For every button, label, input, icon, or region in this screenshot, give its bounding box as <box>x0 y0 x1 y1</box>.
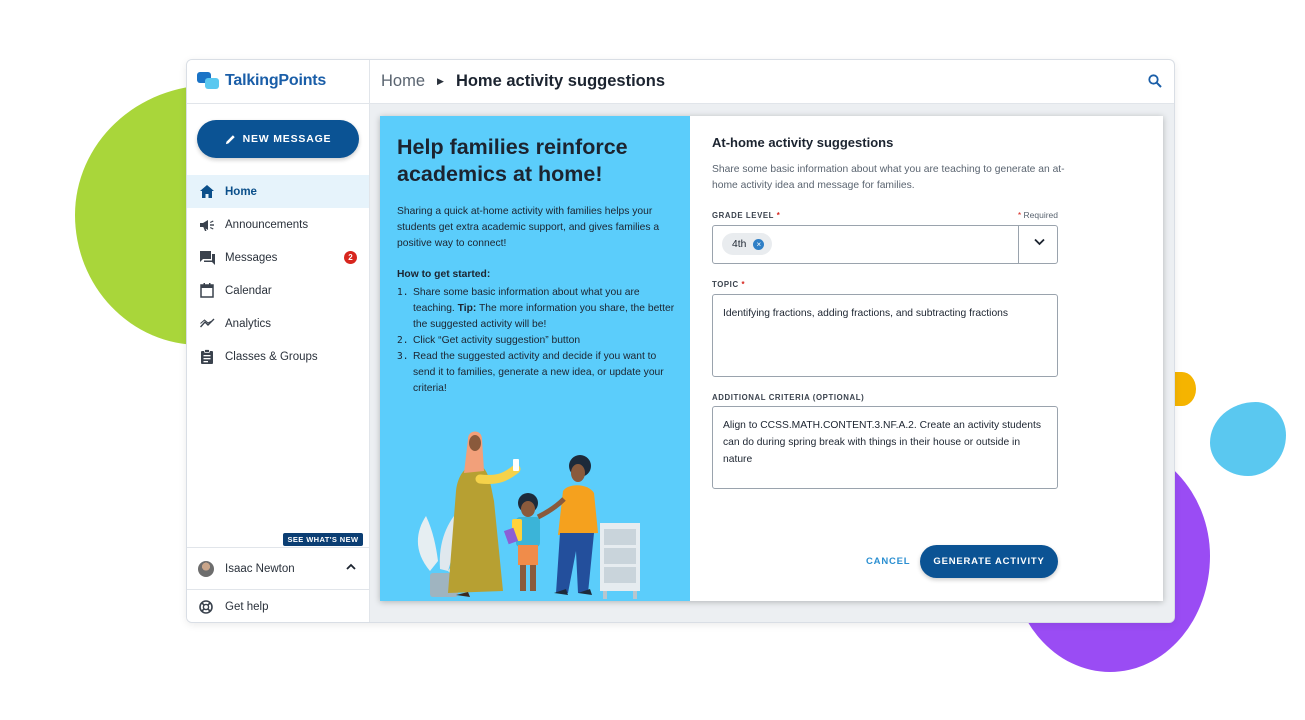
see-whats-new-button[interactable]: SEE WHAT'S NEW <box>283 533 363 546</box>
chevron-up-icon[interactable] <box>346 563 356 570</box>
calendar-icon <box>199 283 215 299</box>
additional-criteria-input[interactable]: Align to CCSS.MATH.CONTENT.3.NF.A.2. Cre… <box>712 406 1058 489</box>
sidebar-item-label: Announcements <box>225 218 309 231</box>
topic-input[interactable]: Identifying fractions, adding fractions,… <box>712 294 1058 377</box>
unread-count-badge: 2 <box>344 251 357 264</box>
clipboard-icon <box>199 349 215 365</box>
get-help-link[interactable]: Get help <box>187 589 369 622</box>
sidebar: TalkingPoints NEW MESSAGE Home Announcem… <box>187 60 370 622</box>
sidebar-item-messages[interactable]: Messages 2 <box>187 241 369 274</box>
logo[interactable]: TalkingPoints <box>197 72 326 90</box>
new-message-label: NEW MESSAGE <box>242 133 332 145</box>
step-item: 2. Click “Get activity suggestion” button <box>397 335 581 346</box>
remove-chip-icon[interactable]: × <box>753 238 765 250</box>
form-description: Share some basic information about what … <box>712 164 1065 191</box>
select-divider <box>1018 226 1019 263</box>
sidebar-item-analytics[interactable]: Analytics <box>187 307 369 340</box>
logo-text: TalkingPoints <box>225 72 327 89</box>
avatar <box>198 561 214 577</box>
activity-card: Help families reinforce academics at hom… <box>380 116 1163 601</box>
form-title: At-home activity suggestions <box>712 135 894 150</box>
chevron-down-icon[interactable] <box>1034 238 1045 246</box>
additional-criteria-label: ADDITIONAL CRITERIA (OPTIONAL) <box>712 393 865 402</box>
topic-label: TOPIC * <box>712 280 746 289</box>
sidebar-nav: Home Announcements Messages 2 Calendar A… <box>187 175 369 373</box>
home-icon <box>199 184 215 200</box>
info-panel: Help families reinforce academics at hom… <box>380 116 690 601</box>
sidebar-item-label: Home <box>225 185 257 198</box>
breadcrumb-home[interactable]: Home <box>381 72 425 91</box>
sidebar-item-calendar[interactable]: Calendar <box>187 274 369 307</box>
page-title: Home activity suggestions <box>455 72 665 90</box>
required-note: * Required <box>1017 210 1058 220</box>
sidebar-item-announcements[interactable]: Announcements <box>187 208 369 241</box>
header: Home ▶ Home activity suggestions <box>370 60 1174 104</box>
steps-list: 1. Share some basic information about wha… <box>397 285 677 397</box>
cancel-button[interactable]: CANCEL <box>866 556 910 567</box>
family-illustration <box>417 431 640 599</box>
grade-level-select[interactable]: 4th × <box>712 225 1058 264</box>
user-menu[interactable]: Isaac Newton <box>187 547 369 590</box>
app-window: TalkingPoints NEW MESSAGE Home Announcem… <box>186 59 1175 623</box>
new-message-button[interactable]: NEW MESSAGE <box>197 120 359 158</box>
megaphone-icon <box>199 217 215 233</box>
user-name: Isaac Newton <box>225 563 295 575</box>
step-item: 3. Read the suggested activity and decide… <box>397 351 664 394</box>
sidebar-item-label: Analytics <box>225 317 272 330</box>
grade-level-label: GRADE LEVEL * <box>712 211 781 220</box>
decorative-blob-cyan <box>1210 402 1286 476</box>
sidebar-item-label: Calendar <box>225 284 272 297</box>
step-item: 1. Share some basic information about wha… <box>397 287 675 330</box>
grade-chip: 4th × <box>722 233 773 255</box>
logo-icon <box>197 72 219 90</box>
analytics-icon <box>199 316 215 332</box>
pencil-icon <box>225 134 235 144</box>
sidebar-item-home[interactable]: Home <box>187 175 369 208</box>
grade-chip-label: 4th <box>732 238 747 250</box>
generate-activity-button[interactable]: GENERATE ACTIVITY <box>920 545 1058 578</box>
info-intro: Sharing a quick at-home activity with fa… <box>397 206 660 249</box>
breadcrumb-separator-icon: ▶ <box>437 76 444 86</box>
chat-icon <box>199 250 215 266</box>
info-heading: Help families reinforce academics at hom… <box>397 135 628 186</box>
howto-heading: How to get started: <box>397 269 491 280</box>
get-help-label: Get help <box>225 600 269 613</box>
lifebuoy-icon <box>198 599 214 615</box>
search-icon[interactable] <box>1146 72 1164 90</box>
sidebar-item-label: Messages <box>225 251 278 264</box>
sidebar-item-label: Classes & Groups <box>225 350 318 363</box>
activity-form: At-home activity suggestions Share some … <box>690 116 1163 601</box>
sidebar-divider <box>187 103 369 104</box>
sidebar-item-classes-groups[interactable]: Classes & Groups <box>187 340 369 373</box>
